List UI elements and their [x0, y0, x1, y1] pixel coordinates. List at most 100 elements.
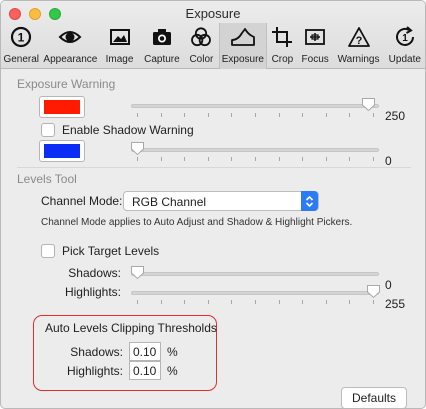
slider-knob[interactable]: [130, 141, 145, 156]
warning-triangle-icon: ?: [347, 27, 370, 47]
tab-warnings[interactable]: ? Warnings: [333, 23, 385, 69]
tab-color-label: Color: [189, 54, 214, 65]
section-divider: [17, 167, 411, 168]
exposure-warning-heading: Exposure Warning: [17, 77, 116, 91]
slider-tick: [208, 300, 209, 304]
tab-image[interactable]: Image: [99, 23, 139, 69]
slider-tick: [161, 157, 162, 161]
pick-target-levels-checkbox[interactable]: [41, 244, 55, 258]
shadow-warning-value: 0: [385, 154, 392, 168]
exposure-curve-icon: [230, 28, 255, 46]
levels-shadows-slider[interactable]: [131, 264, 379, 284]
slider-tick: [255, 157, 256, 161]
tab-capture-label: Capture: [144, 54, 180, 65]
pick-target-levels-label: Pick Target Levels: [62, 244, 160, 258]
preferences-toolbar: 1 General Appearance Image Capture Color…: [1, 23, 425, 69]
slider-knob[interactable]: [366, 284, 381, 299]
shadow-warning-color: [44, 144, 80, 158]
channel-mode-note: Channel Mode applies to Auto Adjust and …: [41, 217, 353, 228]
slider-tick: [137, 113, 138, 117]
svg-text:1: 1: [18, 31, 25, 45]
enable-shadow-warning-label: Enable Shadow Warning: [62, 123, 194, 137]
preferences-window: Exposure 1 General Appearance Image Capt…: [0, 0, 426, 409]
tab-general[interactable]: 1 General: [1, 23, 41, 69]
slider-knob[interactable]: [130, 265, 145, 280]
tab-general-label: General: [3, 54, 40, 65]
levels-shadows-value: 0: [385, 278, 392, 292]
tab-focus-label: Focus: [301, 54, 329, 65]
tab-image-label: Image: [105, 54, 134, 65]
tab-update[interactable]: 1 Update: [385, 23, 425, 69]
levels-highlights-slider[interactable]: [131, 283, 381, 304]
focus-icon: [305, 29, 326, 45]
tab-color[interactable]: Color: [184, 23, 219, 69]
tab-exposure-label: Exposure: [221, 54, 264, 65]
slider-tick: [184, 157, 185, 161]
channel-mode-popup[interactable]: RGB Channel: [123, 191, 319, 211]
eye-icon: [58, 31, 82, 43]
clipping-highlights-unit: %: [167, 364, 178, 378]
slider-tick: [349, 157, 350, 161]
tab-appearance[interactable]: Appearance: [41, 23, 99, 69]
color-circles-icon: [191, 27, 212, 47]
clipping-shadows-unit: %: [167, 345, 178, 359]
defaults-button[interactable]: Defaults: [341, 387, 407, 408]
update-icon: 1: [395, 26, 414, 46]
slider-tick: [302, 300, 303, 304]
updown-chevron-icon: [301, 191, 318, 211]
slider-tick: [279, 300, 280, 304]
slider-track: [131, 104, 379, 108]
highlight-warning-slider[interactable]: [131, 96, 379, 117]
title-bar: Exposure 1 General Appearance Image Capt…: [1, 1, 425, 69]
shadow-warning-slider[interactable]: [130, 140, 379, 161]
tab-focus[interactable]: Focus: [298, 23, 333, 69]
slider-tick: [231, 113, 232, 117]
slider-knob[interactable]: [361, 97, 376, 112]
slider-tick: [373, 300, 374, 304]
slider-tick: [137, 157, 138, 161]
window-title: Exposure: [185, 6, 241, 21]
tab-crop-label: Crop: [271, 54, 294, 65]
channel-mode-label: Channel Mode:: [41, 194, 123, 208]
enable-shadow-warning-checkbox[interactable]: [41, 123, 55, 137]
slider-tick: [302, 157, 303, 161]
crop-icon: [272, 27, 293, 47]
slider-tick: [326, 300, 327, 304]
slider-tick: [137, 300, 138, 304]
slider-tick: [184, 300, 185, 304]
tab-appearance-label: Appearance: [43, 54, 98, 65]
levels-shadows-label: Shadows:: [68, 266, 121, 280]
highlight-warning-color: [44, 100, 80, 114]
pick-target-levels-row[interactable]: Pick Target Levels: [41, 244, 159, 258]
info-circle-icon: 1: [11, 26, 32, 48]
slider-tick: [326, 157, 327, 161]
tab-capture[interactable]: Capture: [140, 23, 184, 69]
tab-crop[interactable]: Crop: [267, 23, 298, 69]
slider-track: [131, 291, 379, 295]
slider-tick: [184, 113, 185, 117]
clipping-highlights-label: Highlights:: [66, 364, 123, 378]
camera-icon: [152, 29, 171, 45]
clipping-thresholds-heading: Auto Levels Clipping Thresholds: [45, 321, 217, 335]
slider-tick: [373, 113, 374, 117]
levels-tool-heading: Levels Tool: [17, 172, 77, 186]
slider-tick: [161, 300, 162, 304]
picture-icon: [109, 29, 130, 45]
slider-tick: [279, 157, 280, 161]
slider-tick: [255, 113, 256, 117]
slider-tick: [349, 113, 350, 117]
highlight-warning-color-well[interactable]: [39, 96, 85, 118]
enable-shadow-warning-row[interactable]: Enable Shadow Warning: [41, 123, 194, 137]
tab-exposure[interactable]: Exposure: [218, 23, 267, 69]
shadow-warning-color-well[interactable]: [39, 140, 85, 162]
slider-tick: [231, 300, 232, 304]
channel-mode-value: RGB Channel: [132, 195, 207, 209]
levels-highlights-value: 255: [385, 297, 406, 311]
slider-track: [131, 148, 379, 152]
clipping-shadows-field[interactable]: 0.10: [129, 342, 161, 361]
clipping-highlights-field[interactable]: 0.10: [129, 361, 161, 380]
slider-track: [131, 272, 379, 276]
slider-tick: [255, 300, 256, 304]
slider-tick: [161, 113, 162, 117]
tab-update-label: Update: [388, 54, 421, 65]
